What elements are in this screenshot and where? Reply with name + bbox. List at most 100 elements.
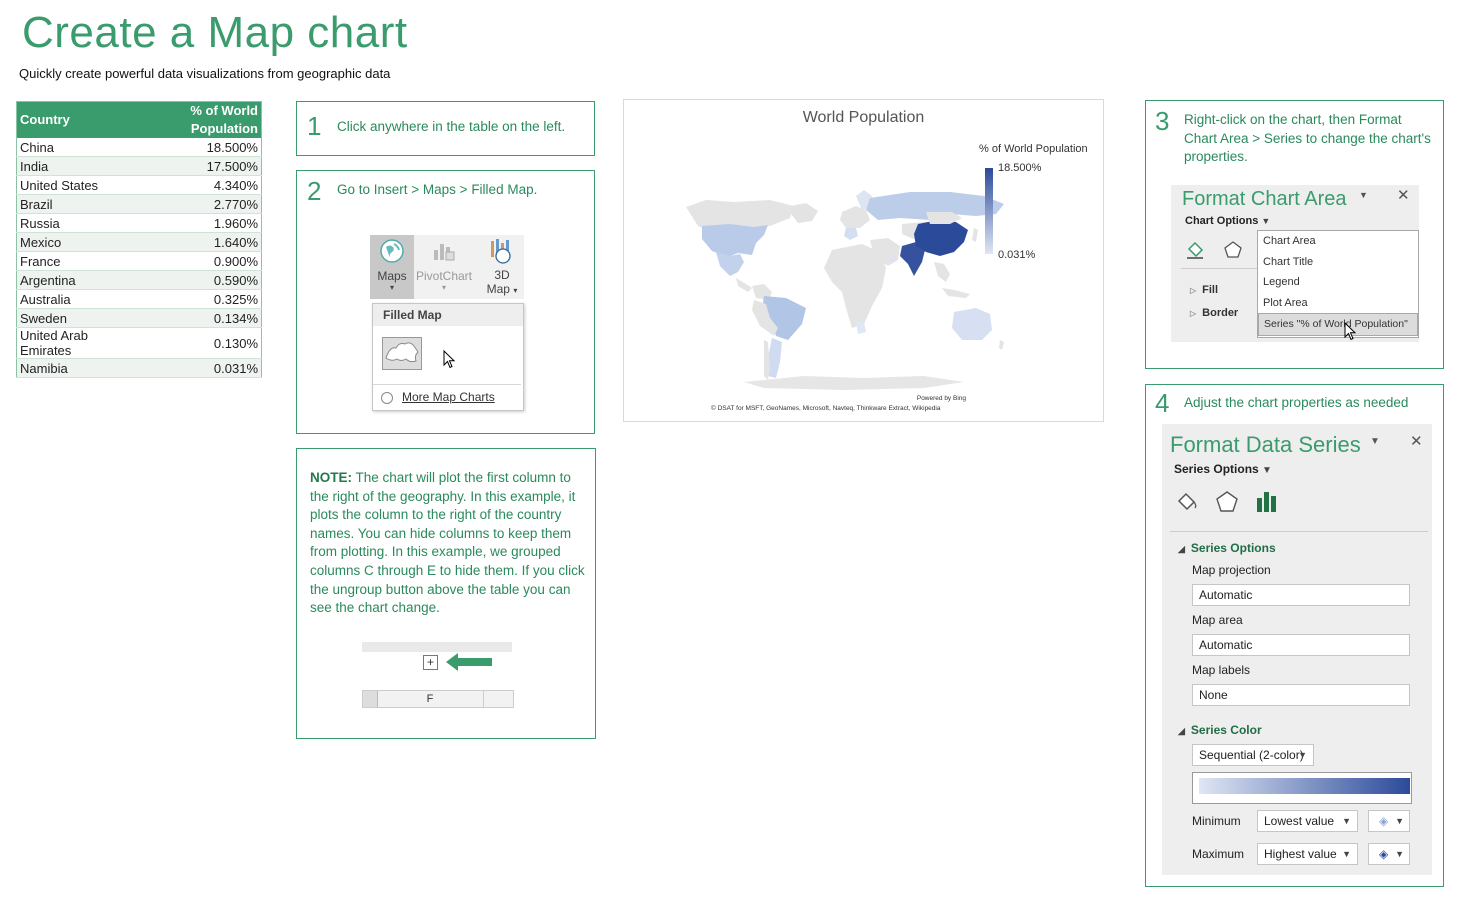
country-cell[interactable]: France	[16, 251, 132, 271]
population-cell[interactable]: 1.640%	[131, 232, 262, 252]
country-cell[interactable]: Russia	[16, 213, 132, 233]
maximum-select[interactable]: Highest value ▼	[1257, 843, 1358, 865]
country-cell[interactable]: India	[16, 156, 132, 176]
header-country[interactable]: Country	[16, 101, 132, 138]
map-area-label: Map area	[1192, 613, 1243, 627]
series-color-section[interactable]: ◢ Series Color	[1178, 723, 1262, 737]
maps-dropdown-menu: Filled Map More Map Charts	[372, 303, 524, 411]
map-credits: © DSAT for MSFT, GeoNames, Microsoft, Na…	[711, 405, 941, 412]
fill-section[interactable]: ▷ Fill	[1190, 284, 1218, 296]
table-row[interactable]: Mexico 1.640%	[16, 232, 262, 252]
map-region-southeast-asia	[934, 262, 950, 282]
country-cell[interactable]: United States	[16, 175, 132, 195]
country-cell[interactable]: Australia	[16, 289, 132, 309]
legend-max: 18.500%	[998, 162, 1042, 174]
maps-label: Maps	[377, 269, 407, 283]
population-cell[interactable]: 1.960%	[131, 213, 262, 233]
map-region-central-america	[736, 278, 752, 292]
minimum-select[interactable]: Lowest value ▼	[1257, 810, 1358, 832]
population-cell[interactable]: 0.130%	[131, 327, 262, 359]
population-cell[interactable]: 18.500%	[131, 138, 262, 157]
map-region-new-zealand	[999, 340, 1004, 350]
map-labels-label: Map labels	[1192, 663, 1251, 677]
table-row[interactable]: Russia 1.960%	[16, 213, 262, 233]
table-row[interactable]: Namibia 0.031%	[16, 358, 262, 378]
step-1-box: 1 Click anywhere in the table on the lef…	[296, 101, 595, 156]
legend-title[interactable]: % of World Population	[979, 143, 1088, 155]
pane-menu-chevron-icon[interactable]: ▼	[1370, 436, 1380, 447]
dropdown-item-chart-area[interactable]: Chart Area	[1258, 231, 1418, 252]
population-cell[interactable]: 4.340%	[131, 175, 262, 195]
fill-line-icon[interactable]	[1185, 239, 1207, 261]
map-area-field[interactable]: Automatic	[1192, 634, 1410, 656]
series-options-section[interactable]: ◢ Series Options	[1178, 541, 1276, 555]
pane-divider	[1170, 531, 1428, 532]
population-cell[interactable]: 0.031%	[131, 358, 262, 378]
population-cell[interactable]: 0.900%	[131, 251, 262, 271]
3d-map-button[interactable]: 3D Map ▾	[480, 235, 524, 299]
map-projection-field[interactable]: Automatic	[1192, 584, 1410, 606]
table-row[interactable]: Brazil 2.770%	[16, 194, 262, 214]
column-f-header[interactable]: F	[377, 691, 484, 707]
insert-ribbon: Maps ▾ PivotChart ▾ 3D Map ▾	[370, 235, 524, 299]
population-cell[interactable]: 2.770%	[131, 194, 262, 214]
maps-button[interactable]: Maps ▾	[370, 235, 414, 299]
country-cell[interactable]: Namibia	[16, 358, 132, 378]
step-text: Right-click on the chart, then Format Ch…	[1184, 112, 1431, 164]
filled-map-option[interactable]	[382, 337, 422, 370]
more-map-charts-item[interactable]: More Map Charts	[373, 384, 521, 409]
country-cell[interactable]: Mexico	[16, 232, 132, 252]
chevron-down-icon: ▾	[441, 283, 446, 292]
chart-elements-dropdown-list[interactable]: Chart Area Chart Title Legend Plot Area …	[1257, 230, 1419, 338]
close-icon[interactable]: ✕	[1410, 432, 1423, 450]
close-icon[interactable]: ✕	[1397, 186, 1410, 204]
minimum-color-button[interactable]: ◈ ▼	[1368, 810, 1410, 832]
pivotchart-button[interactable]: PivotChart ▾	[414, 235, 474, 299]
series-options-dropdown[interactable]: Series Options ▼	[1174, 462, 1272, 476]
table-row[interactable]: Argentina 0.590%	[16, 270, 262, 290]
header-population[interactable]: % of World Population	[131, 101, 262, 138]
dropdown-item-series[interactable]: Series "% of World Population"	[1258, 313, 1418, 336]
map-labels-field[interactable]: None	[1192, 684, 1410, 706]
country-cell[interactable]: China	[16, 138, 132, 157]
green-arrow-icon	[446, 653, 492, 671]
country-cell[interactable]: Argentina	[16, 270, 132, 290]
map-region-australia	[952, 308, 992, 340]
effects-pentagon-icon[interactable]	[1214, 489, 1240, 515]
population-cell[interactable]: 0.590%	[131, 270, 262, 290]
dropdown-item-plot-area[interactable]: Plot Area	[1258, 293, 1418, 314]
country-cell[interactable]: United Arab Emirates	[16, 327, 132, 359]
population-cell[interactable]: 0.325%	[131, 289, 262, 309]
fill-line-icon[interactable]	[1174, 489, 1200, 515]
ungroup-button[interactable]: +	[423, 655, 438, 670]
dropdown-item-chart-title[interactable]: Chart Title	[1258, 252, 1418, 273]
table-row[interactable]: India 17.500%	[16, 156, 262, 176]
table-row[interactable]: Australia 0.325%	[16, 289, 262, 309]
pane-menu-chevron-icon[interactable]: ▼	[1359, 190, 1368, 200]
group-bar	[362, 642, 512, 652]
population-table[interactable]: Country % of World Population China 18.50…	[16, 101, 262, 378]
dropdown-item-legend[interactable]: Legend	[1258, 272, 1418, 293]
chart-options-dropdown[interactable]: Chart Options ▼	[1185, 215, 1270, 227]
more-map-charts-label: More Map Charts	[402, 390, 495, 404]
effects-pentagon-icon[interactable]	[1222, 239, 1244, 261]
maximum-color-button[interactable]: ◈ ▼	[1368, 843, 1410, 865]
population-cell[interactable]: 17.500%	[131, 156, 262, 176]
legend-color-bar	[985, 168, 993, 254]
map-region-namibia	[856, 322, 866, 334]
table-row[interactable]: France 0.900%	[16, 251, 262, 271]
table-row[interactable]: United Arab Emirates 0.130%	[16, 327, 262, 359]
page-subtitle: Quickly create powerful data visualizati…	[19, 66, 391, 81]
world-population-chart[interactable]: World Population % of World Population 1…	[623, 99, 1104, 422]
country-cell[interactable]: Brazil	[16, 194, 132, 214]
table-row[interactable]: United States 4.340%	[16, 175, 262, 195]
population-cell[interactable]: 0.134%	[131, 308, 262, 328]
series-options-bar-icon[interactable]	[1254, 489, 1280, 515]
table-row[interactable]: China 18.500%	[16, 138, 262, 157]
pivotchart-icon	[434, 244, 455, 261]
border-section[interactable]: ▷ Border	[1190, 307, 1238, 319]
country-cell[interactable]: Sweden	[16, 308, 132, 328]
table-row[interactable]: Sweden 0.134%	[16, 308, 262, 328]
color-scheme-select[interactable]: Sequential (2-color) ▼	[1192, 744, 1314, 766]
map-region-africa	[824, 244, 886, 328]
